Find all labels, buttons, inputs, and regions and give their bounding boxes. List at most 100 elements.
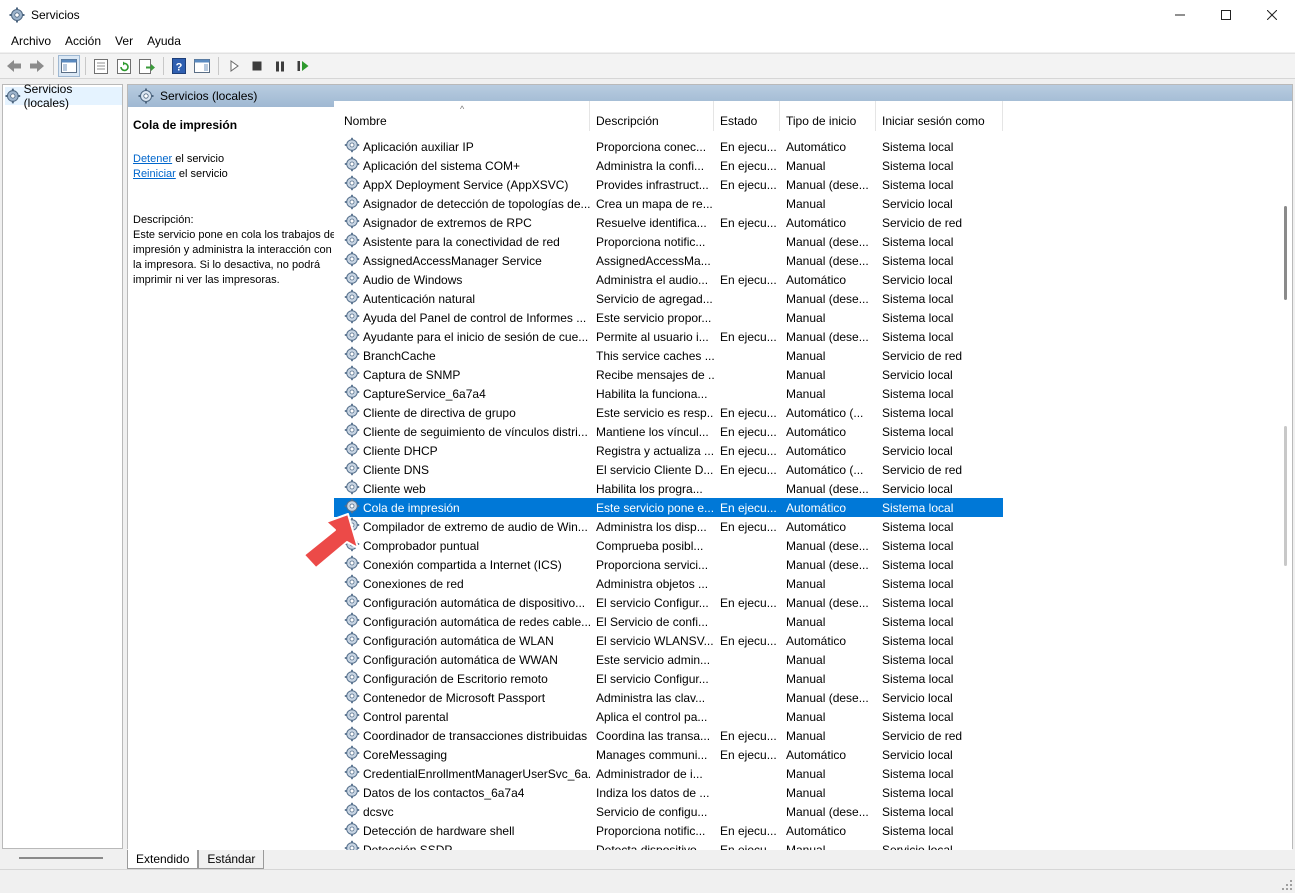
service-gear-icon bbox=[344, 764, 360, 783]
service-row[interactable]: Cliente DHCP Registra y actualiza ... En e… bbox=[334, 441, 1003, 460]
column-header-tipo-inicio[interactable]: Tipo de inicio bbox=[780, 101, 876, 131]
menu-ver[interactable]: Ver bbox=[108, 34, 140, 48]
restart-service-link[interactable]: Reiniciar bbox=[133, 168, 176, 180]
tree-horizontal-scrollbar[interactable] bbox=[19, 857, 103, 859]
service-logon-cell: Sistema local bbox=[882, 234, 954, 249]
service-row[interactable]: CaptureService_6a7a4 Habilita la funciona… bbox=[334, 384, 1003, 403]
service-row[interactable]: Conexión compartida a Internet (ICS) Prop… bbox=[334, 555, 1003, 574]
service-startup-type-cell: Manual (dese... bbox=[786, 234, 869, 249]
column-header-descripcion[interactable]: Descripción bbox=[590, 101, 714, 131]
forward-arrow-icon bbox=[30, 60, 44, 72]
service-row[interactable]: Cliente web Habilita los progra... Manual … bbox=[334, 479, 1003, 498]
service-rows: Aplicación auxiliar IP Proporciona conec.… bbox=[334, 137, 1003, 850]
show-action-pane-button[interactable] bbox=[191, 55, 213, 77]
resize-grip-icon[interactable] bbox=[1282, 880, 1292, 890]
service-startup-type-cell: Automático bbox=[786, 823, 847, 838]
service-logon-cell: Servicio de red bbox=[882, 348, 963, 363]
service-row[interactable]: Compilador de extremo de audio de Win...… bbox=[334, 517, 1003, 536]
service-row[interactable]: Aplicación del sistema COM+ Administra la… bbox=[334, 156, 1003, 175]
service-row[interactable]: Contenedor de Microsoft Passport Administ… bbox=[334, 688, 1003, 707]
service-name: Conexiones de red bbox=[363, 576, 464, 591]
start-service-button[interactable] bbox=[223, 55, 245, 77]
service-row[interactable]: Cliente de directiva de grupo Este servic… bbox=[334, 403, 1003, 422]
show-console-tree-button[interactable] bbox=[58, 55, 80, 77]
close-button[interactable] bbox=[1249, 0, 1295, 30]
service-logon-cell: Sistema local bbox=[882, 310, 954, 325]
service-description-cell: Administra la confi... bbox=[596, 158, 705, 173]
service-row[interactable]: BranchCache This service caches ... Manual… bbox=[334, 346, 1003, 365]
service-row[interactable]: Control parental Aplica el control pa... M… bbox=[334, 707, 1003, 726]
service-actions: Detener el servicio Reiniciar el servici… bbox=[133, 152, 334, 182]
service-row[interactable]: Configuración automática de WWAN Este ser… bbox=[334, 650, 1003, 669]
menu-archivo[interactable]: Archivo bbox=[4, 34, 58, 48]
service-description-cell: Este servicio pone e... bbox=[596, 500, 714, 515]
service-row[interactable]: Configuración automática de redes cable.… bbox=[334, 612, 1003, 631]
service-gear-icon bbox=[344, 745, 360, 764]
tree-item-servicios-locales[interactable]: Servicios (locales) bbox=[5, 82, 122, 110]
service-name: Autenticación natural bbox=[363, 291, 476, 306]
service-startup-type-cell: Manual (dese... bbox=[786, 253, 869, 268]
service-row[interactable]: Cliente DNS El servicio Cliente D... En ej… bbox=[334, 460, 1003, 479]
restart-service-button[interactable] bbox=[292, 55, 314, 77]
service-row[interactable]: Detección de hardware shell Proporciona n… bbox=[334, 821, 1003, 840]
export-list-button[interactable] bbox=[136, 55, 158, 77]
service-row[interactable]: Conexiones de red Administra objetos ... M… bbox=[334, 574, 1003, 593]
tab-extendido[interactable]: Extendido bbox=[127, 850, 199, 869]
pause-service-button[interactable] bbox=[269, 55, 291, 77]
service-name-cell: dcsvc bbox=[334, 802, 590, 821]
service-row[interactable]: Asignador de extremos de RPC Resuelve ide… bbox=[334, 213, 1003, 232]
menu-ayuda[interactable]: Ayuda bbox=[140, 34, 188, 48]
stop-service-button[interactable] bbox=[246, 55, 268, 77]
tab-estandar[interactable]: Estándar bbox=[198, 850, 265, 869]
service-row[interactable]: Datos de los contactos_6a7a4 Indiza los d… bbox=[334, 783, 1003, 802]
properties-button[interactable] bbox=[90, 55, 112, 77]
service-row[interactable]: CredentialEnrollmentManagerUserSvc_6a...… bbox=[334, 764, 1003, 783]
service-row[interactable]: Captura de SNMP Recibe mensajes de ... Man… bbox=[334, 365, 1003, 384]
minimize-button[interactable] bbox=[1157, 0, 1203, 30]
service-gear-icon bbox=[344, 707, 360, 726]
service-startup-type-cell: Automático bbox=[786, 272, 847, 287]
service-row[interactable]: Configuración automática de WLAN El servi… bbox=[334, 631, 1003, 650]
service-row[interactable]: Configuración de Escritorio remoto El ser… bbox=[334, 669, 1003, 688]
service-row[interactable]: Autenticación natural Servicio de agregad… bbox=[334, 289, 1003, 308]
forward-button[interactable] bbox=[26, 55, 48, 77]
column-header-nombre[interactable]: Nombre ^ bbox=[334, 101, 590, 131]
service-row[interactable]: Comprobador puntual Comprueba posibl... Ma… bbox=[334, 536, 1003, 555]
service-row[interactable]: Coordinador de transacciones distribuida… bbox=[334, 726, 1003, 745]
refresh-icon bbox=[116, 58, 131, 74]
service-row[interactable]: AssignedAccessManager Service AssignedAcc… bbox=[334, 251, 1003, 270]
help-button[interactable]: ? bbox=[168, 55, 190, 77]
service-row[interactable]: Cola de impresión Este servicio pone e...… bbox=[334, 498, 1003, 517]
service-startup-type-cell: Automático bbox=[786, 215, 847, 230]
service-row[interactable]: Aplicación auxiliar IP Proporciona conec.… bbox=[334, 137, 1003, 156]
column-header-estado[interactable]: Estado bbox=[714, 101, 780, 131]
service-status-cell: En ejecu... bbox=[720, 272, 777, 287]
back-button[interactable] bbox=[3, 55, 25, 77]
service-startup-type-cell: Manual bbox=[786, 348, 826, 363]
stop-service-link[interactable]: Detener bbox=[133, 153, 172, 165]
service-name-cell: Cola de impresión bbox=[334, 498, 590, 517]
service-row[interactable]: Cliente de seguimiento de vínculos distr… bbox=[334, 422, 1003, 441]
service-startup-type-cell: Manual (dese... bbox=[786, 481, 869, 496]
service-name-cell: Asignador de detección de topologías de.… bbox=[334, 194, 590, 213]
refresh-button[interactable] bbox=[113, 55, 135, 77]
service-row[interactable]: Asignador de detección de topologías de.… bbox=[334, 194, 1003, 213]
service-row[interactable]: Asistente para la conectividad de red Pro… bbox=[334, 232, 1003, 251]
column-header-iniciar-sesion[interactable]: Iniciar sesión como bbox=[876, 101, 1003, 131]
toolbar: ? bbox=[0, 53, 1295, 79]
service-row[interactable]: Ayudante para el inicio de sesión de cue… bbox=[334, 327, 1003, 346]
service-name: Asignador de extremos de RPC bbox=[363, 215, 532, 230]
service-row[interactable]: AppX Deployment Service (AppXSVC) Provide… bbox=[334, 175, 1003, 194]
service-logon-cell: Sistema local bbox=[882, 386, 954, 401]
service-row[interactable]: CoreMessaging Manages communi... En ejecu.… bbox=[334, 745, 1003, 764]
service-gear-icon bbox=[344, 346, 360, 365]
maximize-button[interactable] bbox=[1203, 0, 1249, 30]
service-row[interactable]: Configuración automática de dispositivo.… bbox=[334, 593, 1003, 612]
service-row[interactable]: Detección SSDP Detecta dispositivo... En e… bbox=[334, 840, 1003, 850]
scrollbar-thumb[interactable] bbox=[1284, 206, 1287, 300]
service-row[interactable]: Audio de Windows Administra el audio... En… bbox=[334, 270, 1003, 289]
service-row[interactable]: Ayuda del Panel de control de Informes .… bbox=[334, 308, 1003, 327]
service-row[interactable]: dcsvc Servicio de configu... Manual (dese.… bbox=[334, 802, 1003, 821]
vertical-scrollbar[interactable] bbox=[1278, 101, 1292, 850]
menu-accion[interactable]: Acción bbox=[58, 34, 108, 48]
